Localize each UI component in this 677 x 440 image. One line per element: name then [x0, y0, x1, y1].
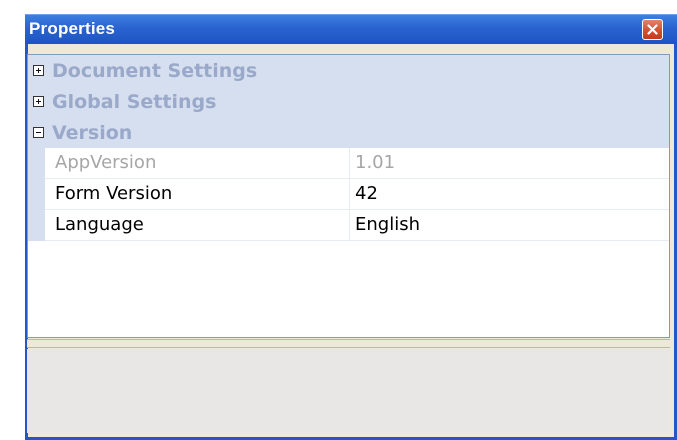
- expand-plus-icon[interactable]: [33, 96, 44, 107]
- close-button[interactable]: [642, 19, 663, 40]
- properties-window: Properties Document Settings Global Sett…: [0, 0, 677, 440]
- expand-plus-icon[interactable]: [33, 65, 44, 76]
- category-version[interactable]: Version: [28, 117, 669, 148]
- property-row-form-version[interactable]: Form Version 42: [45, 179, 669, 210]
- property-name: Form Version: [45, 179, 350, 209]
- pane-splitter[interactable]: [27, 339, 670, 348]
- collapse-minus-icon[interactable]: [33, 127, 44, 138]
- title-bar[interactable]: Properties: [25, 14, 677, 44]
- category-label: Document Settings: [52, 59, 258, 82]
- category-global-settings[interactable]: Global Settings: [28, 86, 669, 117]
- category-label: Version: [52, 121, 133, 144]
- property-value[interactable]: English: [352, 210, 669, 240]
- category-document-settings[interactable]: Document Settings: [28, 55, 669, 86]
- property-value: 1.01: [355, 152, 396, 173]
- property-value[interactable]: 42: [352, 179, 669, 209]
- category-gutter: [28, 148, 45, 241]
- property-row-language[interactable]: Language English: [45, 210, 669, 241]
- property-grid: Document Settings Global Settings Versio…: [27, 54, 670, 338]
- category-label: Global Settings: [52, 90, 217, 113]
- property-row-appversion[interactable]: AppVersion 1.01: [45, 148, 669, 179]
- property-name: Language: [45, 210, 350, 240]
- property-name: AppVersion: [45, 148, 350, 178]
- window-title: Properties: [29, 19, 116, 38]
- close-icon: [647, 24, 658, 35]
- description-pane: [27, 349, 670, 433]
